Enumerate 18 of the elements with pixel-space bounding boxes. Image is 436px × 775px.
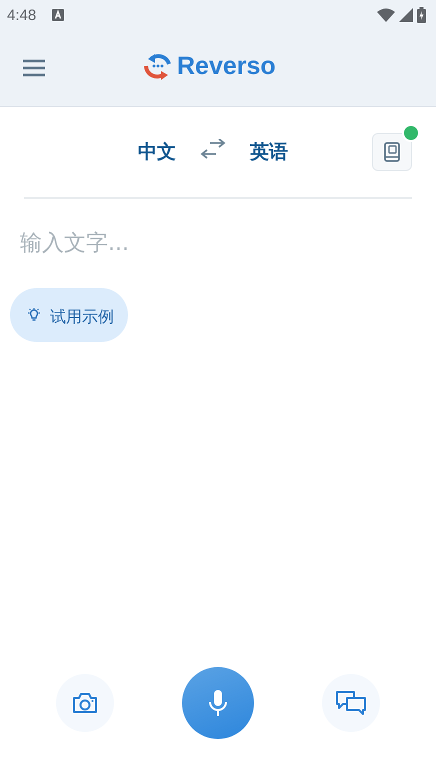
- status-time: 4:48: [7, 6, 36, 24]
- app-logo-text: Reverso: [177, 52, 276, 80]
- menu-button[interactable]: [22, 59, 46, 77]
- try-example-button[interactable]: 试用示例: [10, 288, 128, 342]
- microphone-icon: [207, 689, 229, 717]
- dictionary-button[interactable]: [372, 133, 412, 171]
- source-language-button[interactable]: 中文: [138, 139, 176, 165]
- book-icon: [384, 142, 400, 162]
- menu-icon: [22, 59, 46, 77]
- lightbulb-icon: [26, 307, 42, 323]
- battery-icon: [417, 7, 426, 23]
- target-language-button[interactable]: 英语: [250, 139, 288, 165]
- wifi-icon: [377, 8, 395, 22]
- signal-icon: [399, 8, 413, 22]
- swap-arrows-icon: [200, 139, 226, 159]
- chat-bubbles-icon: [335, 690, 367, 716]
- notification-icon: [52, 9, 64, 21]
- camera-icon: [72, 692, 98, 714]
